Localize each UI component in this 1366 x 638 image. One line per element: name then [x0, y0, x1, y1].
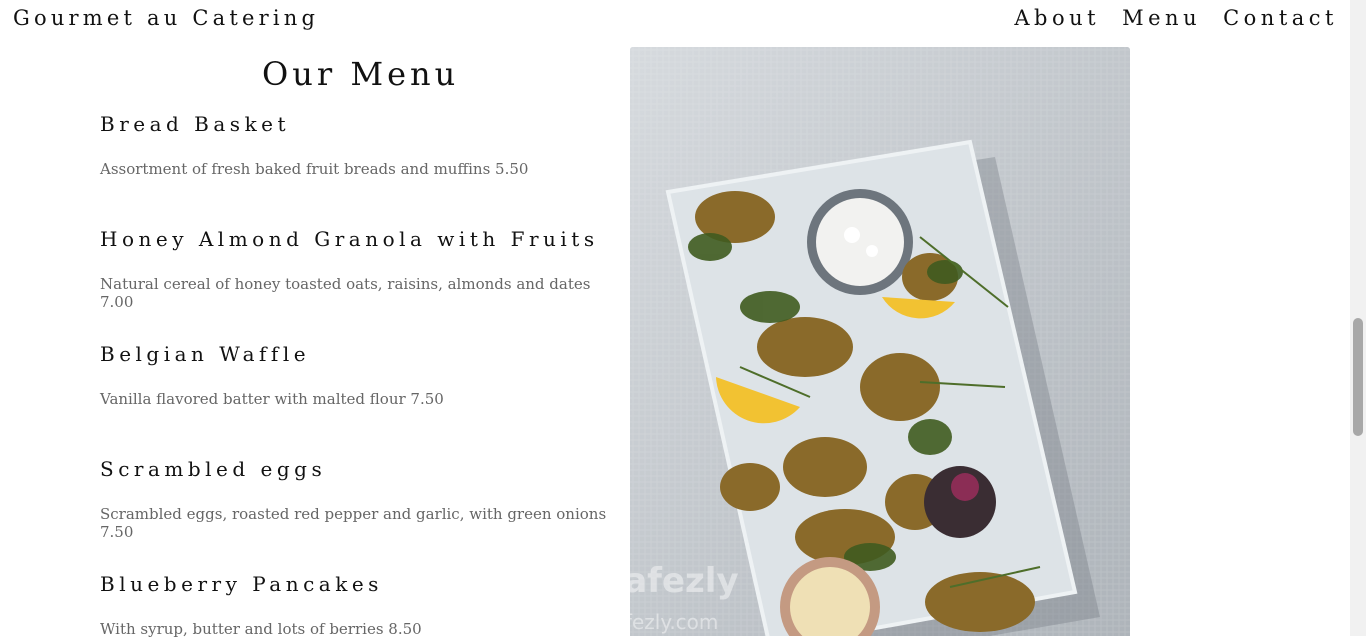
menu-item-name: Scrambled eggs: [100, 457, 327, 481]
svg-text:nafezly: nafezly: [630, 561, 739, 601]
main-nav: About Menu Contact: [1014, 6, 1338, 30]
menu-item-name: Blueberry Pancakes: [100, 572, 383, 596]
nav-menu-link[interactable]: Menu: [1122, 6, 1201, 30]
menu-item: Belgian Waffle Vanilla flavored batter w…: [100, 342, 620, 408]
menu-item: Scrambled eggs Scrambled eggs, roasted r…: [100, 457, 620, 541]
vertical-scrollbar[interactable]: [1350, 0, 1366, 636]
svg-text:nafezly.com: nafezly.com: [630, 610, 718, 634]
food-platter-illustration: nafezly nafezly.com: [630, 47, 1130, 636]
menu-item-description: Assortment of fresh baked fruit breads a…: [100, 160, 529, 178]
brand-logo[interactable]: Gourmet au Catering: [13, 6, 319, 30]
menu-item: Honey Almond Granola with Fruits Natural…: [100, 227, 620, 311]
menu-item-description: Scrambled eggs, roasted red pepper and g…: [100, 505, 607, 541]
nav-about-link[interactable]: About: [1014, 6, 1100, 30]
menu-item: Blueberry Pancakes With syrup, butter an…: [100, 572, 620, 638]
menu-item-description: Vanilla flavored batter with malted flou…: [100, 390, 444, 408]
menu-item-name: Honey Almond Granola with Fruits: [100, 227, 599, 251]
menu-item-name: Belgian Waffle: [100, 342, 311, 366]
top-navbar: Gourmet au Catering About Menu Contact: [0, 0, 1350, 44]
menu-item-description: With syrup, butter and lots of berries 8…: [100, 620, 422, 638]
menu-item-name: Bread Basket: [100, 112, 291, 136]
menu-title: Our Menu: [262, 55, 460, 93]
food-photo: nafezly nafezly.com: [630, 47, 1130, 636]
menu-item: Bread Basket Assortment of fresh baked f…: [100, 112, 620, 178]
nav-contact-link[interactable]: Contact: [1223, 6, 1338, 30]
menu-item-description: Natural cereal of honey toasted oats, ra…: [100, 275, 591, 311]
scrollbar-thumb[interactable]: [1353, 318, 1363, 436]
